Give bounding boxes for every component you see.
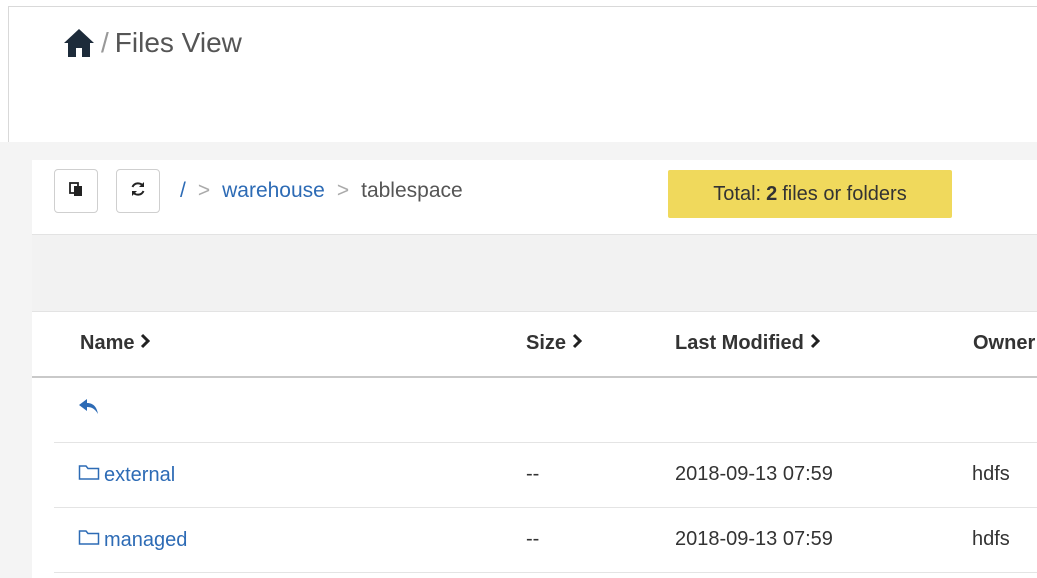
column-header-last-modified[interactable]: Last Modified [675, 332, 821, 355]
file-name: managed [104, 528, 188, 551]
breadcrumb-separator: > [336, 179, 350, 202]
file-modified: 2018-09-13 07:59 [675, 528, 833, 550]
chevron-right-icon [810, 332, 821, 355]
total-suffix: files or folders [782, 182, 907, 205]
filter-bar [32, 234, 1037, 312]
file-size: -- [526, 463, 540, 485]
title-separator: / [101, 27, 109, 58]
breadcrumb: / > warehouse > tablespace [180, 169, 463, 213]
table-header: Name Size Last Modified Owner [32, 312, 1037, 378]
file-owner: hdfs [972, 528, 1010, 550]
folder-icon [78, 528, 100, 552]
page-header: / Files View [9, 7, 1037, 142]
home-icon[interactable] [63, 28, 95, 58]
table-row[interactable]: managed -- 2018-09-13 07:59 hdfs [54, 508, 1037, 573]
reply-arrow-icon[interactable] [78, 398, 100, 422]
column-header-owner[interactable]: Owner [973, 332, 1035, 355]
file-name-link[interactable]: managed [78, 528, 187, 552]
copy-icon [68, 181, 84, 202]
chevron-right-icon [140, 332, 151, 355]
folder-icon [78, 463, 100, 487]
breadcrumb-separator: > [197, 179, 211, 202]
column-header-size[interactable]: Size [526, 332, 583, 355]
page-title-text: Files View [114, 27, 242, 58]
breadcrumb-current: tablespace [361, 179, 463, 202]
file-modified: 2018-09-13 07:59 [675, 463, 833, 485]
column-label: Last Modified [675, 332, 804, 354]
total-count: 2 [766, 182, 778, 205]
total-count-badge: Total: 2 files or folders [668, 170, 952, 218]
file-size: -- [526, 528, 540, 550]
column-label: Owner [973, 332, 1036, 354]
file-name-link[interactable]: external [78, 463, 175, 487]
parent-directory-row[interactable] [54, 378, 1037, 443]
column-label: Size [526, 332, 567, 354]
toolbar: / > warehouse > tablespace Total: 2 file… [54, 169, 1034, 219]
table-row[interactable]: external -- 2018-09-13 07:59 hdfs [54, 443, 1037, 508]
breadcrumb-root[interactable]: / [180, 179, 186, 203]
chevron-right-icon [572, 332, 583, 355]
copy-button[interactable] [54, 169, 98, 213]
file-owner: hdfs [972, 463, 1010, 485]
total-prefix: Total: [713, 182, 762, 205]
page-title: / Files View [63, 27, 242, 59]
file-name: external [104, 463, 176, 486]
column-header-name[interactable]: Name [80, 332, 151, 355]
refresh-button[interactable] [116, 169, 160, 213]
column-label: Name [80, 332, 135, 354]
refresh-icon [129, 180, 147, 203]
files-panel: / > warehouse > tablespace Total: 2 file… [32, 160, 1037, 578]
breadcrumb-warehouse[interactable]: warehouse [222, 179, 325, 203]
